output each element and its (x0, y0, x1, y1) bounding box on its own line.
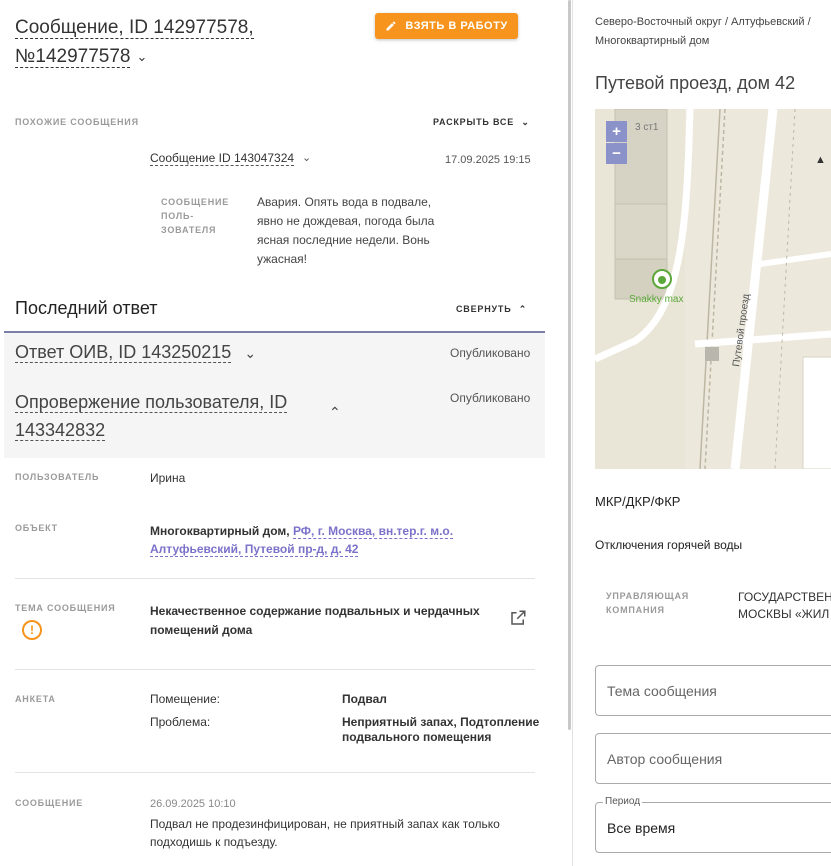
form-key-room: Помещение: (150, 692, 220, 706)
collapse-label: СВЕРНУТЬ (456, 304, 512, 314)
message-text: Подвал не продезинфицирован, не приятный… (150, 817, 500, 849)
similar-message-date: 17.09.2025 19:15 (445, 154, 531, 166)
divider (15, 669, 535, 670)
management-company-value-1: ГОСУДАРСТВЕН (738, 590, 831, 604)
topic-filter-field[interactable]: Тема сообщения (595, 665, 831, 716)
scrollbar-thumb[interactable] (568, 0, 571, 730)
object-value: Многоквартирный дом, РФ, г. Москва, вн.т… (150, 522, 480, 558)
similar-messages-label: ПОХОЖИЕ СООБЩЕНИЯ (15, 117, 139, 127)
chevron-down-icon: ⌄ (521, 117, 530, 127)
chevron-up-icon: ⌃ (518, 304, 528, 314)
warning-icon: ! (22, 620, 42, 640)
user-value: Ирина (150, 471, 186, 485)
user-message-label: СООБЩЕНИЕ ПОЛЬ- ЗОВАТЕЛЯ (161, 195, 229, 237)
object-address-link-1[interactable]: РФ, г. Москва, вн.тер.г. м.о. (292, 524, 454, 539)
user-message-label-1: СООБЩЕНИЕ (161, 197, 230, 207)
period-value: Все время (607, 819, 676, 836)
response-refutation-title[interactable]: Опровержение пользователя, ID 143342832 (15, 388, 315, 444)
page-title: Сообщение, ID 142977578, №142977578 ⌄ (15, 13, 275, 71)
message-date: 26.09.2025 10:10 (150, 798, 236, 810)
similar-message-link-text: Сообщение ID 143047324 (150, 151, 295, 165)
message-panel: Сообщение, ID 142977578, №142977578 ⌄ ВЗЯ… (0, 0, 566, 866)
period-label: Период (603, 796, 643, 807)
svg-text:▲: ▲ (815, 154, 826, 166)
breadcrumb: Северо-Восточный округ / Алтуфьевский / … (595, 13, 831, 51)
pencil-icon (386, 21, 396, 31)
form-key-problem: Проблема: (150, 715, 211, 729)
management-company-label-1: УПРАВЛЯЮЩАЯ (606, 591, 690, 601)
form-value-problem: Неприятный запах, Подтопление подвальног… (342, 715, 540, 744)
response-oiv-title[interactable]: Ответ ОИВ, ID 143250215 ⌄ (15, 342, 256, 363)
expand-all-button[interactable]: РАСКРЫТЬ ВСЕ ⌄ (433, 117, 530, 128)
management-company-value-2: МОСКВЫ «ЖИЛ (738, 607, 830, 621)
chevron-down-icon[interactable]: ⌄ (136, 42, 147, 71)
map-poi-label: Snakky max (629, 294, 683, 305)
topic-label: ТЕМА СООБЩЕНИЯ (15, 603, 116, 613)
object-panel: Северо-Восточный округ / Алтуфьевский / … (573, 0, 831, 866)
hot-water-title[interactable]: Отключения горячей воды (595, 538, 742, 552)
response-refutation-title-text: Опровержение пользователя, ID 143342832 (15, 392, 288, 441)
similar-message-link[interactable]: Сообщение ID 143047324 (150, 151, 295, 166)
title-line-2[interactable]: №142977578 (15, 46, 131, 68)
breadcrumb-line-2[interactable]: Многоквартирный дом (595, 35, 709, 47)
map[interactable]: Snakky max 3 ст1 Путевой проезд ▲ + − (595, 109, 831, 469)
management-company-value: ГОСУДАРСТВЕН МОСКВЫ «ЖИЛ (738, 589, 831, 623)
object-type: Многоквартирный дом, (150, 524, 290, 538)
form-label: АНКЕТА (15, 694, 56, 704)
topic-filter-placeholder: Тема сообщения (607, 682, 717, 699)
take-to-work-label: ВЗЯТЬ В РАБОТУ (405, 20, 508, 32)
divider (15, 578, 535, 579)
zoom-in-button[interactable]: + (606, 121, 627, 142)
chevron-up-icon[interactable]: ⌃ (329, 404, 341, 421)
external-link-icon[interactable] (509, 609, 527, 627)
mkr-section-title[interactable]: МКР/ДКР/ФКР (595, 494, 680, 509)
collapse-button[interactable]: СВЕРНУТЬ ⌃ (456, 304, 527, 315)
form-value-room: Подвал (342, 692, 387, 706)
period-select[interactable]: Все время (595, 802, 831, 853)
management-company-label: УПРАВЛЯЮЩАЯ КОМПАНИЯ (606, 589, 716, 617)
object-address-title: Путевой проезд, дом 42 (595, 73, 796, 93)
author-filter-placeholder: Автор сообщения (607, 750, 723, 767)
response-oiv-title-text: Ответ ОИВ, ID 143250215 (15, 342, 232, 363)
response-oiv-status: Опубликовано (450, 346, 531, 360)
last-answer-title: Последний ответ (15, 298, 158, 318)
object-label: ОБЪЕКТ (15, 523, 58, 533)
chevron-down-icon[interactable]: ⌄ (302, 151, 311, 164)
take-to-work-button[interactable]: ВЗЯТЬ В РАБОТУ (375, 13, 518, 39)
map-graphic: Snakky max 3 ст1 Путевой проезд ▲ (595, 109, 831, 469)
expand-all-label: РАСКРЫТЬ ВСЕ (433, 117, 515, 127)
object-address-link-2[interactable]: Алтуфьевский, Путевой пр-д, д. 42 (150, 542, 359, 557)
breadcrumb-line-1[interactable]: Северо-Восточный округ / Алтуфьевский / (595, 16, 811, 28)
author-filter-field[interactable]: Автор сообщения (595, 733, 831, 784)
response-refutation-status: Опубликовано (450, 391, 531, 405)
similar-message-text: Авария. Опять вода в подвале, явно не до… (257, 195, 435, 266)
title-line-1: Сообщение, ID 142977578, (15, 17, 254, 39)
chevron-down-icon: ⌄ (244, 345, 257, 361)
user-message-label-2: ПОЛЬ- (161, 211, 195, 221)
divider (15, 772, 535, 773)
user-label: ПОЛЬЗОВАТЕЛЬ (15, 472, 100, 482)
user-message-label-3: ЗОВАТЕЛЯ (161, 225, 217, 235)
message-label: СООБЩЕНИЕ (15, 798, 84, 808)
management-company-label-2: КОМПАНИЯ (606, 605, 665, 615)
map-building-label: 3 ст1 (635, 122, 659, 133)
topic-value: Некачественное содержание подвальных и ч… (150, 604, 480, 637)
zoom-out-button[interactable]: − (606, 143, 627, 164)
